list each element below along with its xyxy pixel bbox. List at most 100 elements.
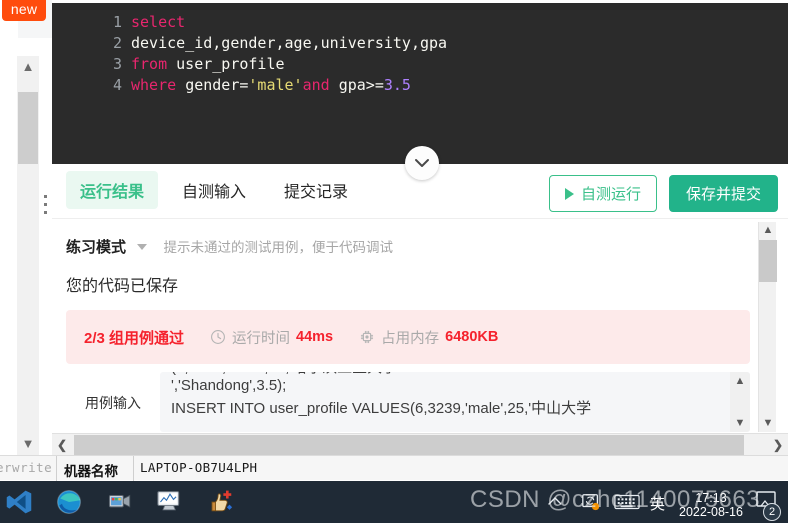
- line-number: 4: [112, 76, 122, 94]
- memory-value: 6480KB: [445, 329, 499, 345]
- chevron-up-glyph: [548, 497, 562, 505]
- handle-dot: [43, 211, 47, 214]
- status-left-text: erwrite: [0, 460, 53, 475]
- panel-drag-handle[interactable]: [40, 190, 50, 224]
- taskbar-clock[interactable]: 17:13 2022-08-16: [674, 485, 748, 519]
- editor-collapse-bar: [52, 146, 788, 181]
- code-line: 1 select: [52, 12, 788, 33]
- code-token: from: [131, 55, 177, 73]
- edge-glyph: [57, 490, 81, 514]
- scroll-right-icon[interactable]: ❯: [768, 434, 788, 456]
- code-line: 4 where gender='male'and gpa>=3.5: [52, 75, 788, 96]
- scroll-up-icon[interactable]: ▲: [17, 56, 39, 78]
- self-test-run-label: 自测运行: [580, 186, 641, 203]
- clock-icon: [211, 330, 225, 344]
- code-token: user_profile: [176, 55, 285, 73]
- results-scroll-up-icon[interactable]: ▲: [759, 222, 777, 239]
- case-input-line-2: INSERT INTO user_profile VALUES(6,3239,'…: [171, 400, 592, 417]
- vscode-glyph: [6, 490, 32, 514]
- line-number: 3: [112, 55, 122, 73]
- system-tray: 英 17:13 2022-08-16 2: [538, 481, 784, 523]
- edge-icon[interactable]: [50, 481, 100, 523]
- play-icon: [564, 187, 574, 200]
- code-saved-message: 您的代码已保存: [66, 278, 179, 295]
- new-badge: new: [2, 0, 46, 21]
- ime-label: 英: [650, 496, 666, 513]
- performance-monitor-glyph: [157, 491, 180, 511]
- run-stats-banner: 2/3 组用例通过 运行时间 44ms 占用内存 6480KB: [66, 310, 750, 364]
- memory-label: 占用内存: [381, 330, 440, 347]
- results-pane: 练习模式 提示未通过的测试用例，便于代码调试 您的代码已保存 2/3 组用例通过…: [52, 220, 788, 432]
- code-token: and: [302, 76, 339, 94]
- practice-mode-hint: 提示未通过的测试用例，便于代码调试: [163, 240, 393, 255]
- network-glyph: [582, 494, 600, 511]
- windows-taskbar: 英 17:13 2022-08-16 2: [0, 481, 788, 523]
- code-token: device_id,gender,age,university,gpa: [131, 34, 448, 52]
- notification-count: 2: [763, 503, 781, 521]
- chevron-down-glyph: [415, 159, 429, 167]
- results-vertical-scrollbar[interactable]: ▲ ▼: [758, 222, 777, 432]
- network-icon[interactable]: [574, 481, 608, 523]
- code-token: select: [131, 13, 186, 31]
- results-scrollbar-thumb[interactable]: [759, 240, 777, 282]
- case-scroll-up-icon[interactable]: ▲: [730, 372, 750, 390]
- thumbs-up-glyph: [211, 490, 233, 512]
- performance-monitor-icon[interactable]: [150, 481, 200, 523]
- code-content: select: [131, 12, 185, 33]
- handle-dot: [43, 203, 47, 206]
- horizontal-scrollbar[interactable]: ❮ ❯: [52, 433, 788, 455]
- code-content: device_id,gender,age,university,gpa: [131, 33, 447, 54]
- memory-stat: 占用内存 6480KB: [359, 327, 498, 348]
- page-vertical-scrollbar[interactable]: ▲ ▼: [17, 56, 39, 455]
- ime-indicator[interactable]: 英: [646, 481, 672, 523]
- mode-row: 练习模式 提示未通过的测试用例，便于代码调试: [66, 236, 393, 257]
- code-line: 3 from user_profile: [52, 54, 788, 75]
- case-input-clipped-line: (7,2131,'male',28,'哈尔滨工业大学: [171, 372, 671, 379]
- code-practice-panel: 1 select 2 device_id,gender,age,university,…: [52, 0, 788, 455]
- sql-code-editor[interactable]: 1 select 2 device_id,gender,age,university,…: [52, 3, 788, 164]
- practice-mode-label: 练习模式: [66, 239, 127, 256]
- scroll-down-icon[interactable]: ▼: [17, 433, 39, 455]
- code-token: gender=: [185, 76, 249, 94]
- chevron-up-icon[interactable]: [538, 481, 572, 523]
- keyboard-glyph: [614, 494, 640, 510]
- taskbar-app-icons: [0, 481, 250, 523]
- code-token: gpa>=: [338, 76, 384, 94]
- status-divider: [133, 456, 134, 481]
- code-content: from user_profile: [131, 54, 285, 75]
- results-scroll-down-icon[interactable]: ▼: [759, 415, 777, 432]
- save-and-submit-label: 保存并提交: [685, 186, 761, 203]
- horizontal-scrollbar-thumb[interactable]: [74, 435, 744, 455]
- notification-icon[interactable]: 2: [750, 481, 784, 523]
- machine-name-value: LAPTOP-OB7U4LPH: [140, 460, 258, 475]
- screen-recorder-glyph: [108, 494, 131, 508]
- thumbs-up-icon[interactable]: [200, 481, 250, 523]
- screen-recorder-icon[interactable]: [100, 481, 150, 523]
- cases-passed-status: 2/3 组用例通过: [84, 329, 185, 347]
- runtime-value: 44ms: [296, 329, 334, 345]
- line-number: 2: [112, 34, 122, 52]
- case-input-scrollbar[interactable]: ▲ ▼: [730, 372, 750, 432]
- keyboard-icon[interactable]: [610, 481, 644, 523]
- scrollbar-thumb[interactable]: [18, 92, 38, 164]
- chip-icon: [361, 330, 374, 344]
- code-token: where: [131, 76, 186, 94]
- scroll-left-icon[interactable]: ❮: [52, 434, 72, 456]
- handle-dot: [43, 195, 47, 198]
- code-token: 'male': [248, 76, 303, 94]
- line-number: 1: [112, 13, 122, 31]
- code-token: 3.5: [383, 76, 411, 94]
- case-input-textarea[interactable]: (7,2131,'male',28,'哈尔滨工业大学 ','Shandong',…: [160, 372, 750, 432]
- status-bar: erwrite 机器名称 LAPTOP-OB7U4LPH: [0, 455, 788, 481]
- case-input-label: 用例输入: [85, 395, 141, 411]
- code-content: where gender='male'and gpa>=3.5: [131, 75, 411, 96]
- practice-mode-dropdown[interactable]: 练习模式: [66, 236, 148, 257]
- runtime-stat: 运行时间 44ms: [210, 327, 333, 348]
- clock-date: 2022-08-16: [679, 505, 743, 519]
- vscode-icon[interactable]: [0, 481, 50, 523]
- chevron-down-icon[interactable]: [405, 146, 439, 180]
- case-scroll-down-icon[interactable]: ▼: [730, 414, 750, 432]
- runtime-label: 运行时间: [232, 330, 291, 347]
- status-divider: [56, 456, 57, 481]
- caret-down-icon[interactable]: [137, 244, 148, 250]
